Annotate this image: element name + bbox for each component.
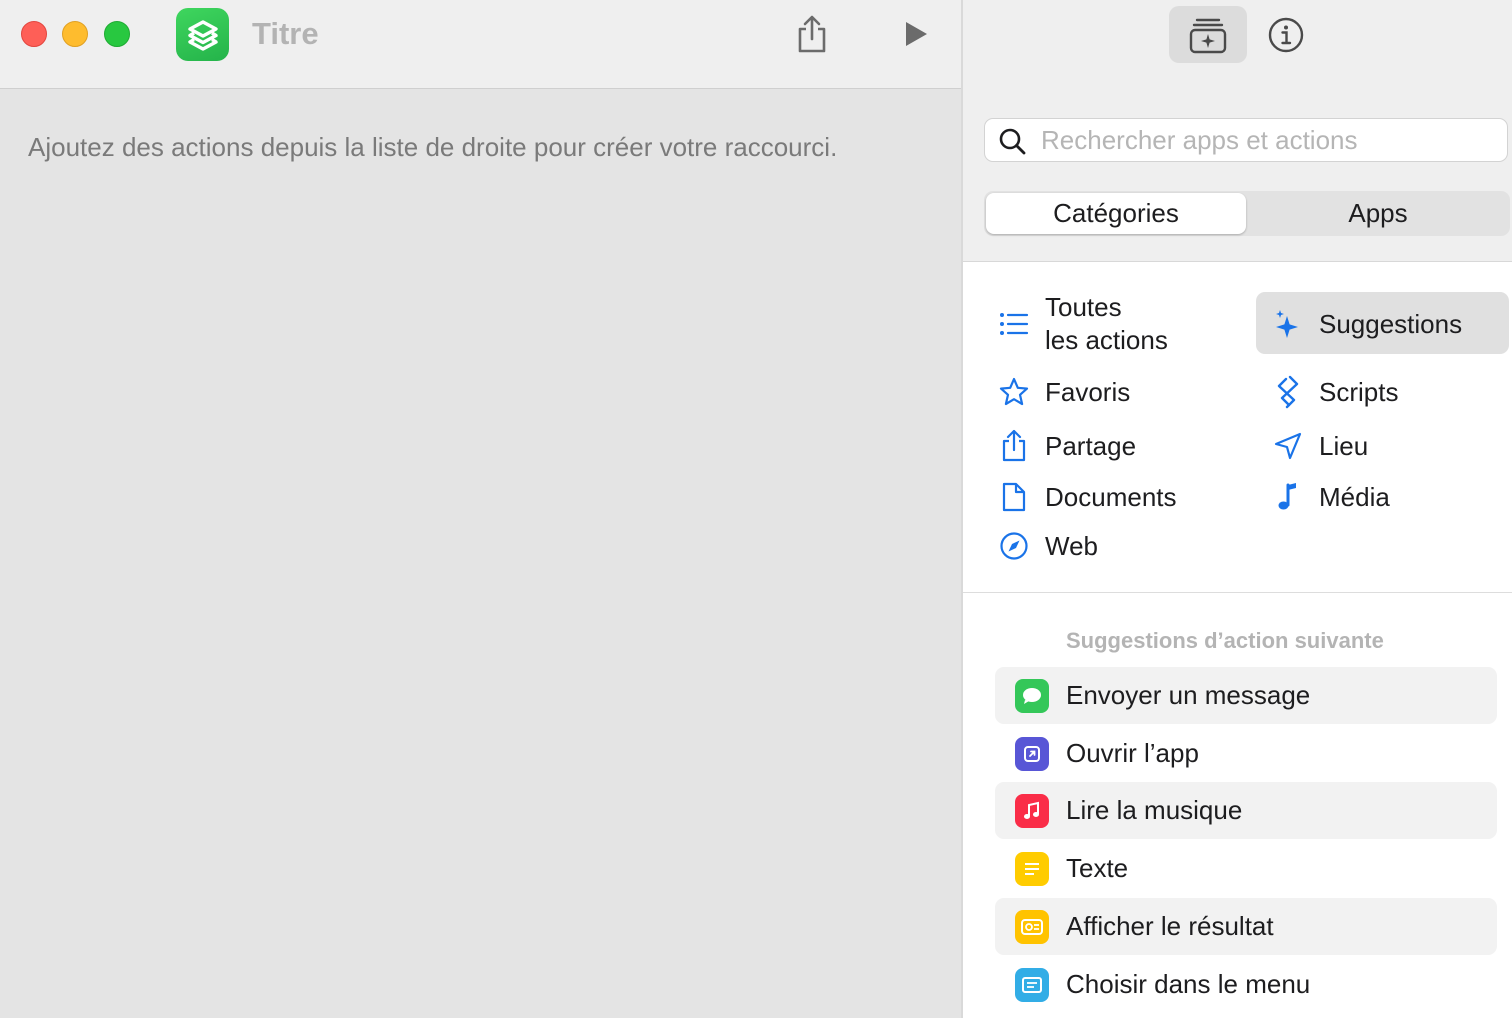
suggestions-header: Suggestions d’action suivante	[1066, 628, 1384, 653]
editor-empty-hint: Ajoutez des actions depuis la liste de d…	[28, 132, 838, 162]
suggestion-text[interactable]: Texte	[995, 840, 1497, 897]
zoom-window-button[interactable]	[104, 21, 130, 47]
category-all-actions[interactable]: Toutes les actions	[997, 290, 1168, 358]
category-favoris[interactable]: Favoris	[997, 374, 1130, 410]
search-field[interactable]	[984, 118, 1508, 162]
tab-categories[interactable]: Catégories	[986, 193, 1246, 234]
category-suggestions-label: Suggestions	[1319, 308, 1463, 339]
open-app-icon	[1015, 736, 1049, 771]
messages-icon	[1015, 678, 1049, 713]
category-scripts-label: Scripts	[1319, 376, 1399, 407]
run-button[interactable]	[893, 12, 937, 56]
info-icon	[1268, 17, 1304, 52]
category-web[interactable]: Web	[997, 528, 1098, 564]
menu-icon	[1015, 967, 1049, 1002]
suggestion-label: Ouvrir l’app	[1066, 738, 1199, 768]
compass-icon	[997, 529, 1031, 563]
shortcut-title[interactable]: Titre	[252, 16, 319, 52]
suggestion-label: Lire la musique	[1066, 795, 1243, 825]
category-web-label: Web	[1045, 530, 1098, 561]
library-icon	[1189, 18, 1227, 53]
minimize-window-button[interactable]	[62, 21, 88, 47]
suggestion-send-message[interactable]: Envoyer un message	[995, 667, 1497, 724]
editor-toolbar: Titre	[0, 0, 961, 89]
share-icon	[997, 429, 1031, 463]
category-partage-label: Partage	[1045, 430, 1137, 461]
location-arrow-icon	[1271, 429, 1305, 463]
category-scripts[interactable]: Scripts	[1271, 374, 1398, 410]
shortcut-app-icon[interactable]	[176, 8, 229, 61]
category-documents-label: Documents	[1045, 481, 1177, 512]
scripts-icon	[1271, 375, 1305, 409]
category-all-actions-line2: les actions	[1045, 325, 1168, 355]
suggestion-open-app[interactable]: Ouvrir l’app	[995, 725, 1497, 782]
tab-apps[interactable]: Apps	[1248, 193, 1508, 234]
action-library-toggle[interactable]	[1169, 6, 1247, 63]
suggestion-play-music[interactable]: Lire la musique	[995, 782, 1497, 839]
list-icon	[997, 307, 1031, 341]
category-lieu-label: Lieu	[1319, 430, 1369, 461]
suggestion-choose-menu[interactable]: Choisir dans le menu	[995, 956, 1497, 1013]
search-input[interactable]	[1041, 123, 1491, 157]
document-icon	[997, 480, 1031, 514]
show-result-icon	[1015, 909, 1049, 944]
category-all-actions-line1: Toutes	[1045, 292, 1122, 322]
music-note-icon	[1271, 480, 1305, 514]
search-icon	[999, 128, 1026, 155]
suggestion-label: Afficher le résultat	[1066, 911, 1274, 941]
star-icon	[997, 375, 1031, 409]
share-icon	[798, 15, 826, 53]
music-icon	[1015, 793, 1049, 828]
editor-pane: Titre Ajoutez des actions depuis la list…	[0, 0, 961, 1018]
share-button[interactable]	[790, 12, 834, 56]
category-partage[interactable]: Partage	[997, 428, 1136, 464]
category-media[interactable]: Média	[1271, 479, 1390, 515]
suggestion-label: Choisir dans le menu	[1066, 969, 1311, 999]
category-media-label: Média	[1319, 481, 1390, 512]
suggestion-label: Texte	[1066, 853, 1129, 883]
category-favoris-label: Favoris	[1045, 376, 1131, 407]
suggestion-label: Envoyer un message	[1066, 680, 1311, 710]
details-button[interactable]	[1247, 6, 1325, 63]
actions-library-pane: Catégories Apps Toutes les actions Sugge	[963, 0, 1512, 1018]
library-header: Catégories Apps	[963, 0, 1512, 262]
section-divider	[963, 592, 1512, 593]
text-icon	[1015, 851, 1049, 886]
suggestion-show-result[interactable]: Afficher le résultat	[995, 898, 1497, 955]
close-window-button[interactable]	[21, 21, 47, 47]
play-icon	[906, 22, 927, 46]
category-documents[interactable]: Documents	[997, 479, 1177, 515]
sparkles-icon	[1271, 307, 1305, 341]
library-segmented-control: Catégories Apps	[984, 191, 1510, 236]
category-suggestions[interactable]: Suggestions	[1271, 306, 1462, 342]
category-lieu[interactable]: Lieu	[1271, 428, 1368, 464]
